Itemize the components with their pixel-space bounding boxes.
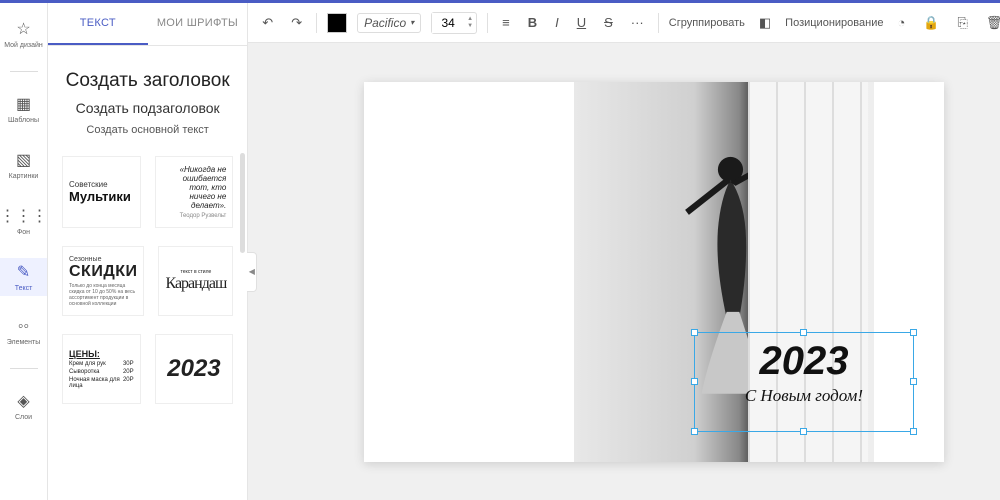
resize-handle[interactable] xyxy=(691,329,698,336)
nav-elements[interactable]: ◦◦Элементы xyxy=(0,314,47,350)
panel-tabs: ТЕКСТ МОИ ШРИФТЫ xyxy=(48,3,247,46)
font-size-input[interactable]: ▲▼ xyxy=(431,12,477,34)
canvas-area: ↶ ↷ Pacifico▾ ▲▼ ≡ B I U S ··· Сгруппиро… xyxy=(248,3,1000,500)
resize-handle[interactable] xyxy=(910,329,917,336)
divider xyxy=(10,368,38,369)
text-template[interactable]: «Никогда не ошибается тот, кто ничего не… xyxy=(155,156,234,228)
font-size-field[interactable] xyxy=(432,13,464,33)
nav-images[interactable]: ▧Картинки xyxy=(0,146,47,184)
text-template[interactable]: ЦЕНЫ: Крем для рук30Р Сыворотка20Р Ночна… xyxy=(62,334,141,404)
text-icon: ✎ xyxy=(17,262,30,282)
nav-layers[interactable]: ◈Слои xyxy=(0,387,47,425)
strike-button[interactable]: S xyxy=(600,11,617,34)
text-template[interactable]: 2023 xyxy=(155,334,234,404)
artboard[interactable]: 2023 С Новым годом! xyxy=(364,82,944,462)
canvas-viewport[interactable]: 2023 С Новым годом! xyxy=(248,43,1000,500)
position-button[interactable]: Позиционирование xyxy=(785,17,883,29)
shapes-icon: ◦◦ xyxy=(18,318,29,336)
create-subheading-button[interactable]: Создать подзаголовок xyxy=(62,100,233,116)
delete-button[interactable]: 🗑 xyxy=(982,11,1000,35)
panel-body: Создать заголовок Создать подзаголовок С… xyxy=(48,46,247,500)
selection-box[interactable]: 2023 С Новым годом! xyxy=(694,332,914,432)
tab-my-fonts[interactable]: МОИ ШРИФТЫ xyxy=(148,3,248,45)
align-button[interactable]: ≡ xyxy=(498,11,514,34)
image-icon: ▧ xyxy=(16,150,31,170)
nav-my-design[interactable]: ☆Мой дизайн xyxy=(0,15,47,53)
nav-background[interactable]: ⋮⋮⋮Фон xyxy=(0,202,47,240)
chevron-up-icon: ▲ xyxy=(467,16,473,23)
text-template[interactable]: Советские Мультики xyxy=(62,156,141,228)
scrollbar[interactable] xyxy=(240,153,245,253)
canvas-text-year[interactable]: 2023 xyxy=(695,339,913,384)
star-icon: ☆ xyxy=(16,19,30,39)
resize-handle[interactable] xyxy=(691,378,698,385)
canvas-text-greeting[interactable]: С Новым годом! xyxy=(695,386,913,406)
resize-handle[interactable] xyxy=(800,428,807,435)
left-toolbar: ☆Мой дизайн ▦Шаблоны ▧Картинки ⋮⋮⋮Фон ✎Т… xyxy=(0,3,48,500)
create-body-button[interactable]: Создать основной текст xyxy=(62,124,233,136)
dots-icon: ⋮⋮⋮ xyxy=(0,206,48,226)
nav-text[interactable]: ✎Текст xyxy=(0,258,47,296)
tab-text[interactable]: ТЕКСТ xyxy=(48,3,148,45)
bold-button[interactable]: B xyxy=(524,11,541,34)
text-template[interactable]: Сезонные СКИДКИ Только до конца месяца с… xyxy=(62,246,144,316)
font-family-select[interactable]: Pacifico▾ xyxy=(357,13,421,33)
resize-handle[interactable] xyxy=(691,428,698,435)
chevron-down-icon: ▼ xyxy=(467,23,473,30)
resize-handle[interactable] xyxy=(910,428,917,435)
position-icon: ◧ xyxy=(755,11,775,35)
redo-button[interactable]: ↷ xyxy=(287,11,306,35)
italic-button[interactable]: I xyxy=(551,11,563,34)
lock-button[interactable]: 🔒 xyxy=(919,11,943,35)
copy-button[interactable]: ⎘ xyxy=(954,11,972,35)
opacity-button[interactable]: ◔ xyxy=(893,11,909,34)
text-toolbar: ↶ ↷ Pacifico▾ ▲▼ ≡ B I U S ··· Сгруппиро… xyxy=(248,3,1000,43)
nav-templates[interactable]: ▦Шаблоны xyxy=(0,90,47,128)
resize-handle[interactable] xyxy=(910,378,917,385)
more-button[interactable]: ··· xyxy=(627,11,648,34)
text-template[interactable]: текст в стиле Карандаш xyxy=(158,246,233,316)
divider xyxy=(10,71,38,72)
side-panel: ТЕКСТ МОИ ШРИФТЫ Создать заголовок Созда… xyxy=(48,3,248,500)
underline-button[interactable]: U xyxy=(573,11,590,34)
resize-handle[interactable] xyxy=(800,329,807,336)
undo-button[interactable]: ↶ xyxy=(258,11,277,35)
layers-icon: ◈ xyxy=(17,391,29,411)
create-heading-button[interactable]: Создать заголовок xyxy=(62,70,233,92)
grid-icon: ▦ xyxy=(16,94,31,114)
group-button[interactable]: Сгруппировать xyxy=(669,17,745,29)
chevron-down-icon: ▾ xyxy=(410,18,414,27)
text-color-picker[interactable] xyxy=(327,13,347,33)
